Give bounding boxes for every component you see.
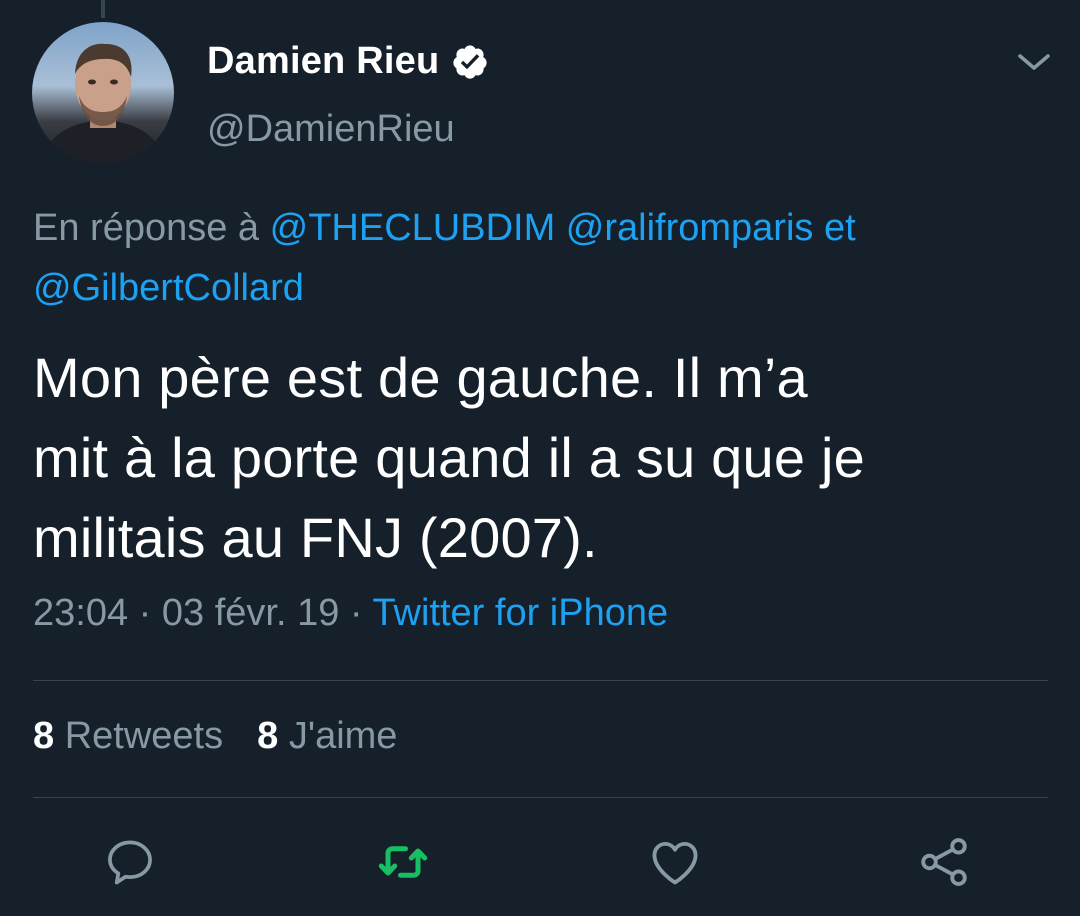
meta-separator: ·	[138, 592, 152, 634]
retweet-button[interactable]	[373, 832, 433, 892]
likes-count: 8	[257, 715, 279, 757]
retweets-stat[interactable]: 8 Retweets	[33, 715, 223, 758]
share-icon	[921, 838, 967, 886]
retweets-label: Retweets	[64, 715, 224, 757]
tweet-stats: 8 Retweets 8 J'aime	[33, 715, 431, 758]
verified-badge-icon	[451, 43, 489, 81]
mention-link[interactable]: @THECLUBDIM	[270, 207, 556, 249]
mention-link[interactable]: @ralifromparis	[566, 207, 814, 249]
avatar-photo	[42, 43, 164, 164]
likes-stat[interactable]: 8 J'aime	[257, 715, 397, 758]
tweet-date: 03 févr. 19	[161, 592, 340, 634]
author-display-name[interactable]: Damien Rieu	[207, 40, 439, 83]
tweet-text-line: militais au FNJ (2007).	[33, 506, 598, 569]
tweet-source-link[interactable]: Twitter for iPhone	[372, 592, 668, 634]
mention-link[interactable]: @GilbertCollard	[33, 267, 304, 309]
divider	[33, 797, 1048, 798]
retweet-icon	[378, 846, 428, 878]
like-button[interactable]	[645, 832, 705, 892]
tweet-text-line: mit à la porte quand il a su que je	[33, 426, 865, 489]
share-button[interactable]	[914, 832, 974, 892]
meta-separator: ·	[349, 592, 363, 634]
reply-icon	[108, 840, 152, 885]
retweets-count: 8	[33, 715, 55, 757]
avatar[interactable]	[32, 22, 174, 164]
reply-prefix: En réponse à	[33, 207, 260, 249]
divider	[33, 680, 1048, 681]
chevron-down-icon[interactable]	[1016, 50, 1052, 74]
likes-label: J'aime	[288, 715, 398, 757]
reply-button[interactable]	[100, 832, 160, 892]
tweet-time: 23:04	[33, 592, 129, 634]
reply-context: En réponse à @THECLUBDIM @ralifromparis …	[33, 198, 1043, 318]
tweet-metadata: 23:04 · 03 févr. 19 · Twitter for iPhone	[33, 592, 668, 635]
tweet-text: Mon père est de gauche. Il m’a mit à la …	[33, 338, 1043, 578]
tweet-text-line: Mon père est de gauche. Il m’a	[33, 346, 808, 409]
reply-conjunction: et	[823, 207, 856, 249]
heart-icon	[652, 841, 698, 885]
thread-connector-line	[101, 0, 105, 18]
author-handle[interactable]: @DamienRieu	[207, 108, 455, 151]
